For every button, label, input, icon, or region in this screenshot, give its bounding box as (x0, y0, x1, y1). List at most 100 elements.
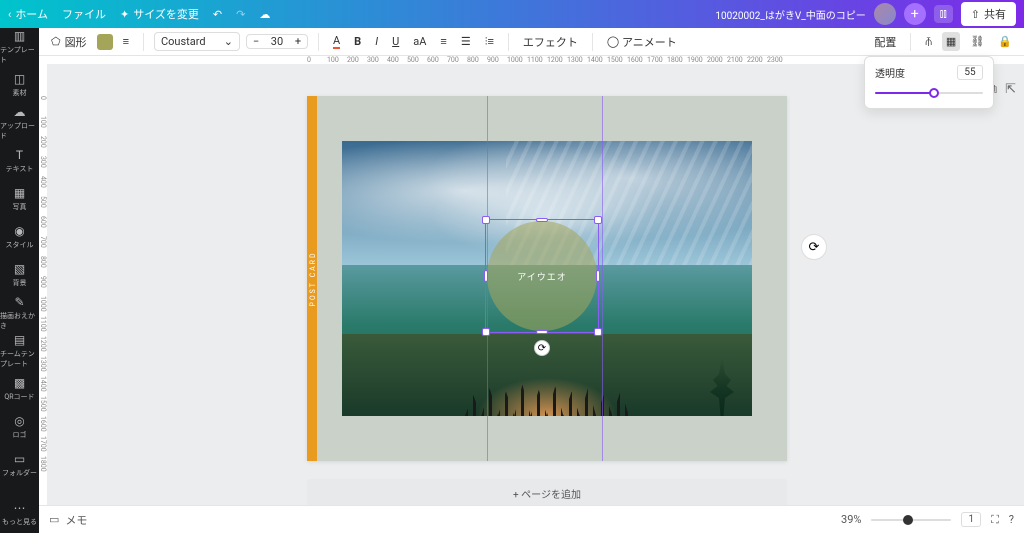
font-size-decrease[interactable]: − (247, 35, 265, 48)
context-toolbar: ⬠ 図形 ≡ Coustard ⌄ − 30 + A B I U aA ≡ ☰ … (39, 28, 1024, 56)
font-size-value[interactable]: 30 (265, 35, 289, 48)
document-title[interactable]: 10020002_はがきV_中面のコピー (715, 7, 865, 22)
case-icon: aA (413, 35, 426, 48)
sidebar-item-folder[interactable]: ▭フォルダー (0, 446, 39, 484)
position-button[interactable]: 配置 (870, 31, 900, 53)
zoom-level[interactable]: 39% (841, 513, 861, 526)
sparkle-icon: ✦ (120, 8, 129, 21)
border-style-button[interactable]: ≡ (119, 32, 133, 51)
resize-handle-ne[interactable] (594, 216, 602, 224)
cloud-sync-icon[interactable]: ☁ (259, 8, 270, 21)
sidebar-item-style[interactable]: ◉スタイル (0, 218, 39, 256)
export-page-icon[interactable]: ⇱ (1005, 82, 1016, 97)
bg-icon: ▧ (13, 262, 27, 276)
folder-icon: ▭ (13, 452, 27, 466)
zoom-slider[interactable] (871, 519, 951, 521)
share-button[interactable]: ⇧ 共有 (961, 2, 1016, 26)
resize-handle-e[interactable] (596, 270, 600, 282)
align-icon: ≡ (440, 35, 446, 48)
resize-handle-w[interactable] (484, 270, 488, 282)
sidebar-item-background[interactable]: ▧背景 (0, 256, 39, 294)
underline-icon: U (392, 35, 399, 48)
chevron-down-icon: ⌄ (224, 35, 233, 48)
spacing-icon: ⫶≡ (485, 35, 494, 49)
content-area: ⬠ 図形 ≡ Coustard ⌄ − 30 + A B I U aA ≡ ☰ … (39, 28, 1024, 533)
sidebar-item-elements[interactable]: ◫素材 (0, 66, 39, 104)
sidebar-item-upload[interactable]: ☁アップロード (0, 104, 39, 142)
undo-icon: ↶ (213, 8, 222, 21)
filter-icon: ⫚ (925, 35, 932, 49)
fill-color-swatch[interactable] (97, 34, 113, 50)
resize-button[interactable]: ✦ サイズを変更 (120, 6, 199, 22)
font-size-stepper[interactable]: − 30 + (246, 34, 308, 49)
home-button[interactable]: ‹ ホーム (8, 6, 48, 22)
transparency-value-input[interactable]: 55 (957, 65, 983, 80)
sidebar-item-qr[interactable]: ▩QRコード (0, 370, 39, 408)
resize-handle-sw[interactable] (482, 328, 490, 336)
spacing-button[interactable]: ⫶≡ (481, 32, 498, 52)
insights-button[interactable]: ⫾⫾ (934, 5, 953, 23)
animate-button[interactable]: ◯ アニメート (603, 31, 681, 53)
list-button[interactable]: ☰ (457, 32, 475, 51)
text-case-button[interactable]: aA (409, 32, 430, 51)
notes-icon: ▭ (49, 513, 59, 526)
shape-type-button[interactable]: ⬠ 図形 (47, 31, 91, 53)
sidebar-more[interactable]: ⋯もっと見る (0, 495, 39, 533)
text-color-button[interactable]: A (329, 31, 344, 52)
link-icon: ⛓ (970, 35, 984, 48)
rotate-handle[interactable]: ⟳ (534, 340, 550, 356)
team-icon: ▤ (13, 333, 27, 347)
filter-button[interactable]: ⫚ (921, 32, 936, 52)
resize-handle-nw[interactable] (482, 216, 490, 224)
animate-icon: ◯ (607, 35, 619, 48)
undo-button[interactable]: ↶ (213, 8, 222, 21)
redo-button[interactable]: ↷ (236, 8, 245, 21)
underline-button[interactable]: U (388, 32, 403, 51)
text-color-icon: A (333, 34, 340, 49)
file-menu[interactable]: ファイル (62, 6, 106, 22)
sidebar-item-draw[interactable]: ✎描画おえかき (0, 294, 39, 332)
italic-icon: I (375, 35, 378, 48)
resize-handle-s[interactable] (536, 330, 548, 334)
sidebar-item-text[interactable]: Tテキスト (0, 142, 39, 180)
transparency-slider[interactable] (875, 86, 983, 100)
effects-button[interactable]: エフェクト (519, 31, 582, 53)
sidebar-item-photo[interactable]: ▦写真 (0, 180, 39, 218)
chevron-left-icon: ‹ (8, 8, 11, 21)
lock-button[interactable]: 🔒 (994, 32, 1016, 51)
guide-line (602, 96, 603, 461)
font-family-select[interactable]: Coustard ⌄ (154, 32, 240, 51)
page-count-badge[interactable]: 1 (961, 512, 981, 527)
add-member-button[interactable]: + (904, 3, 926, 25)
transparency-popover: 透明度 55 (864, 56, 994, 109)
bold-icon: B (354, 35, 361, 48)
upload-icon: ☁ (13, 105, 27, 119)
link-button[interactable]: ⛓ (966, 32, 988, 51)
sidebar-item-logo[interactable]: ◎ロゴ (0, 408, 39, 446)
sidebar-item-template[interactable]: ▥テンプレート (0, 28, 39, 66)
fullscreen-button[interactable]: ⛶ (991, 513, 999, 527)
avatar[interactable] (874, 3, 896, 25)
align-button[interactable]: ≡ (436, 32, 450, 51)
bold-button[interactable]: B (350, 32, 365, 51)
canvas-page[interactable]: POST CARD アイウエオ (307, 96, 787, 461)
sidebar-item-team[interactable]: ▤チームテンプレート (0, 332, 39, 370)
font-size-increase[interactable]: + (289, 35, 307, 48)
transparency-button[interactable]: ▦ (942, 32, 960, 51)
template-icon: ▥ (13, 29, 27, 43)
italic-button[interactable]: I (371, 32, 382, 51)
more-icon: ⋯ (13, 501, 27, 515)
text-icon: T (13, 148, 27, 162)
chart-icon: ⫾⫾ (940, 7, 947, 21)
add-page-button[interactable]: + ページを追加 (307, 479, 787, 505)
resize-handle-se[interactable] (594, 328, 602, 336)
canvas-viewport[interactable]: 🔓 ⧉ ⇱ POST CARD (47, 64, 1024, 505)
transparency-label: 透明度 (875, 65, 905, 80)
logo-icon: ◎ (13, 414, 27, 428)
resize-handle-n[interactable] (536, 218, 548, 222)
orange-spine[interactable]: POST CARD (307, 96, 317, 461)
notes-button[interactable]: ▭ メモ (49, 512, 87, 528)
floating-rotate-button[interactable]: ⟳ (801, 234, 827, 260)
help-button[interactable]: ? (1009, 513, 1014, 526)
selection-box: ⟳ (485, 219, 599, 333)
